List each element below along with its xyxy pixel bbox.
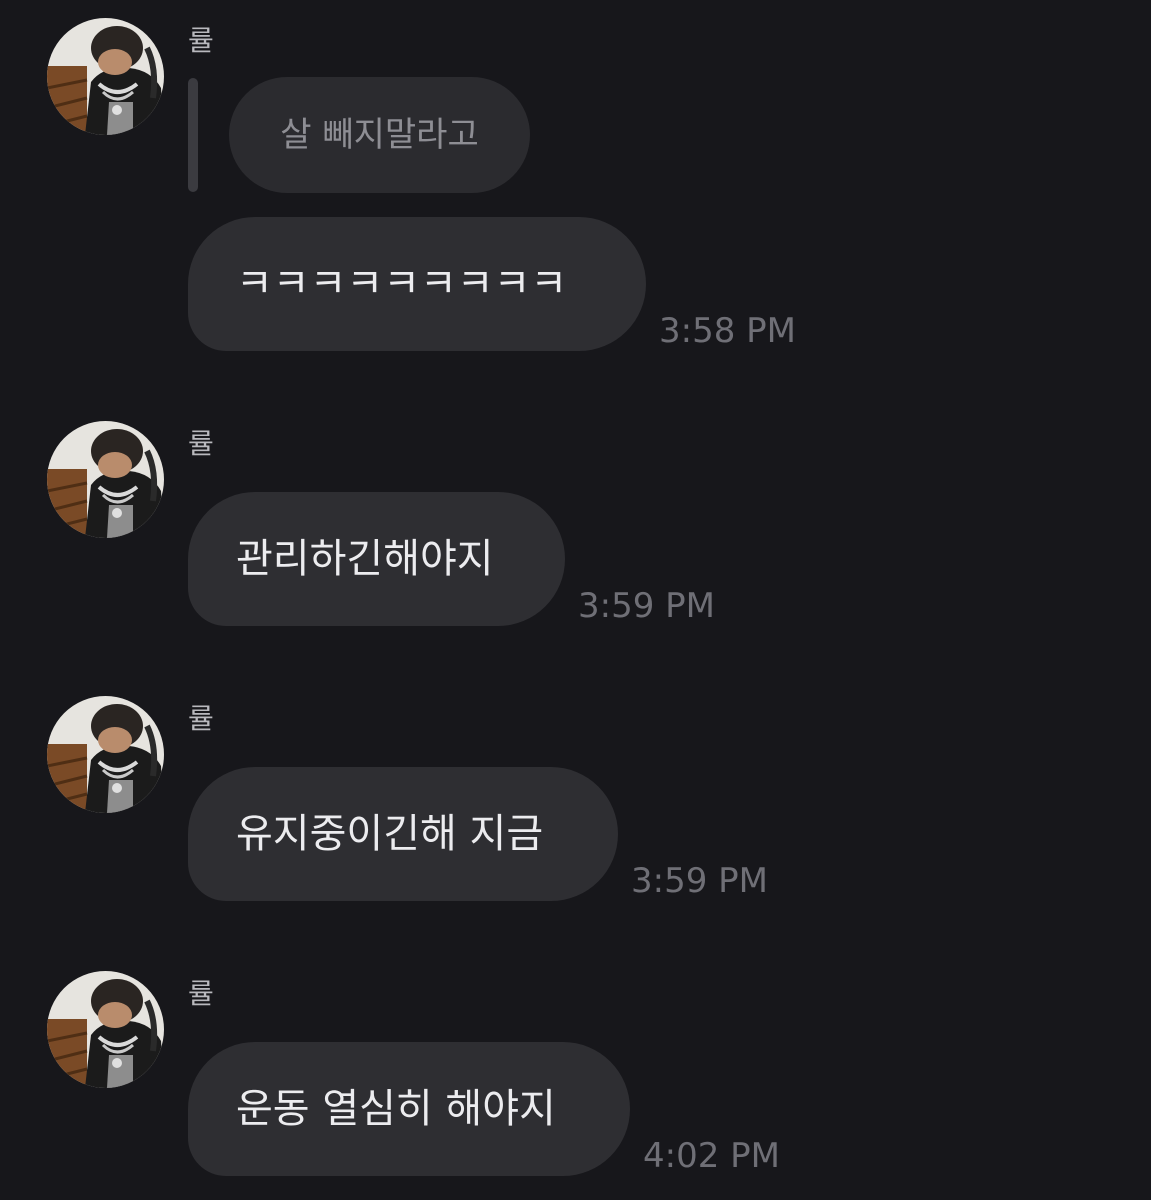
message-bubble[interactable]: 운동 열심히 해야지 xyxy=(188,1042,630,1176)
message-bubble[interactable]: 관리하긴해야지 xyxy=(188,492,565,626)
sender-name: 률 xyxy=(188,702,214,735)
reply-quote-bubble[interactable]: 살 빼지말라고 xyxy=(229,77,530,193)
message-bubble[interactable]: ㅋㅋㅋㅋㅋㅋㅋㅋㅋ xyxy=(188,217,646,351)
message-bubble[interactable]: 유지중이긴해 지금 xyxy=(188,767,618,901)
message-timestamp: 3:59 PM xyxy=(578,586,715,626)
message-timestamp: 3:59 PM xyxy=(631,861,768,901)
sender-name: 률 xyxy=(188,427,214,460)
sender-avatar[interactable] xyxy=(47,18,164,135)
sender-name: 률 xyxy=(188,977,214,1010)
sender-avatar[interactable] xyxy=(47,696,164,813)
reply-quote-bar xyxy=(188,78,198,192)
sender-avatar[interactable] xyxy=(47,971,164,1088)
sender-avatar[interactable] xyxy=(47,421,164,538)
message-timestamp: 3:58 PM xyxy=(659,311,796,351)
sender-name: 률 xyxy=(188,24,214,57)
message-timestamp: 4:02 PM xyxy=(643,1136,780,1176)
